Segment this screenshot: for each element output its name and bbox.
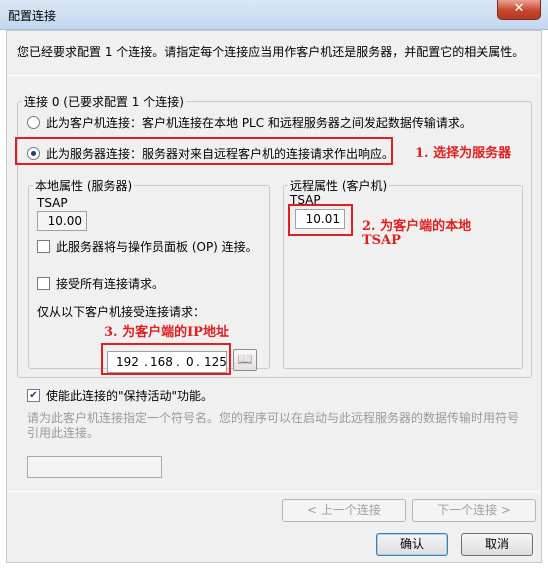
address-book-icon: 📖 — [237, 352, 253, 366]
close-button[interactable]: ✕ — [497, 0, 541, 20]
client-radio[interactable] — [27, 116, 40, 129]
intro-text: 您已经要求配置 1 个连接。请指定每个连接应当用作客户机还是服务器，并配置它的相… — [17, 45, 525, 59]
local-tsap-label: TSAP — [37, 196, 68, 210]
dialog-body: 您已经要求配置 1 个连接。请指定每个连接应当用作客户机还是服务器，并配置它的相… — [6, 30, 542, 563]
annotation-remote-tsap-line2: TSAP — [362, 233, 401, 248]
previous-connection-button[interactable]: < 上一个连接 — [282, 499, 406, 522]
remote-properties-legend: 远程属性 (客户机) — [290, 179, 388, 193]
ok-button[interactable]: 确认 — [376, 533, 448, 556]
keepalive-row[interactable]: 使能此连接的"保持活动"功能。 — [27, 387, 213, 404]
accept-all-label: 接受所有连接请求。 — [56, 277, 165, 291]
client-option-label: 此为客户机连接：客户机连接在本地 PLC 和远程服务器之间发起数据传输请求。 — [46, 116, 472, 130]
symbol-name-input[interactable] — [27, 456, 162, 478]
next-connection-button[interactable]: 下一个连接 > — [412, 499, 536, 522]
local-tsap-field[interactable]: 10.00 — [37, 211, 87, 231]
title-bar: 配置连接 ✕ — [0, 0, 548, 30]
annotation-frame-ip — [101, 343, 231, 375]
annotation-frame-tsap — [288, 204, 353, 236]
dialog-window: 配置连接 ✕ 您已经要求配置 1 个连接。请指定每个连接应当用作客户机还是服务器… — [0, 0, 548, 569]
address-book-button[interactable]: 📖 — [233, 349, 257, 371]
accept-from-label: 仅从以下客户机接受连接请求： — [37, 305, 206, 319]
symbol-name-hint: 请为此客户机连接指定一个符号名。您的程序可以在启动与此远程服务器的数据传输时用符… — [27, 411, 520, 440]
keepalive-label: 使能此连接的"保持活动"功能。 — [46, 389, 214, 403]
window-title: 配置连接 — [8, 9, 57, 23]
divider-top — [8, 75, 540, 76]
cancel-button[interactable]: 取消 — [461, 533, 533, 556]
op-checkbox-row[interactable]: 此服务器将与操作员面板 (OP) 连接。 — [37, 238, 258, 255]
annotation-remote-tsap-line1: 2. 为客户端的本地 — [362, 219, 472, 234]
op-checkbox[interactable] — [37, 240, 50, 253]
local-properties-legend: 本地属性 (服务器) — [35, 179, 133, 193]
annotation-client-ip: 3. 为客户端的IP地址 — [104, 325, 229, 340]
client-option[interactable]: 此为客户机连接：客户机连接在本地 PLC 和远程服务器之间发起数据传输请求。 — [27, 114, 472, 131]
divider-bottom — [8, 491, 540, 492]
op-checkbox-label: 此服务器将与操作员面板 (OP) 连接。 — [56, 240, 258, 254]
keepalive-checkbox[interactable] — [27, 389, 40, 402]
accept-all-row[interactable]: 接受所有连接请求。 — [37, 275, 164, 292]
annotation-select-server: 1. 选择为服务器 — [415, 146, 512, 161]
annotation-frame-server — [15, 137, 393, 165]
connection-group-legend: 连接 0 (已要求配置 1 个连接) — [24, 95, 184, 109]
accept-all-checkbox[interactable] — [37, 277, 50, 290]
